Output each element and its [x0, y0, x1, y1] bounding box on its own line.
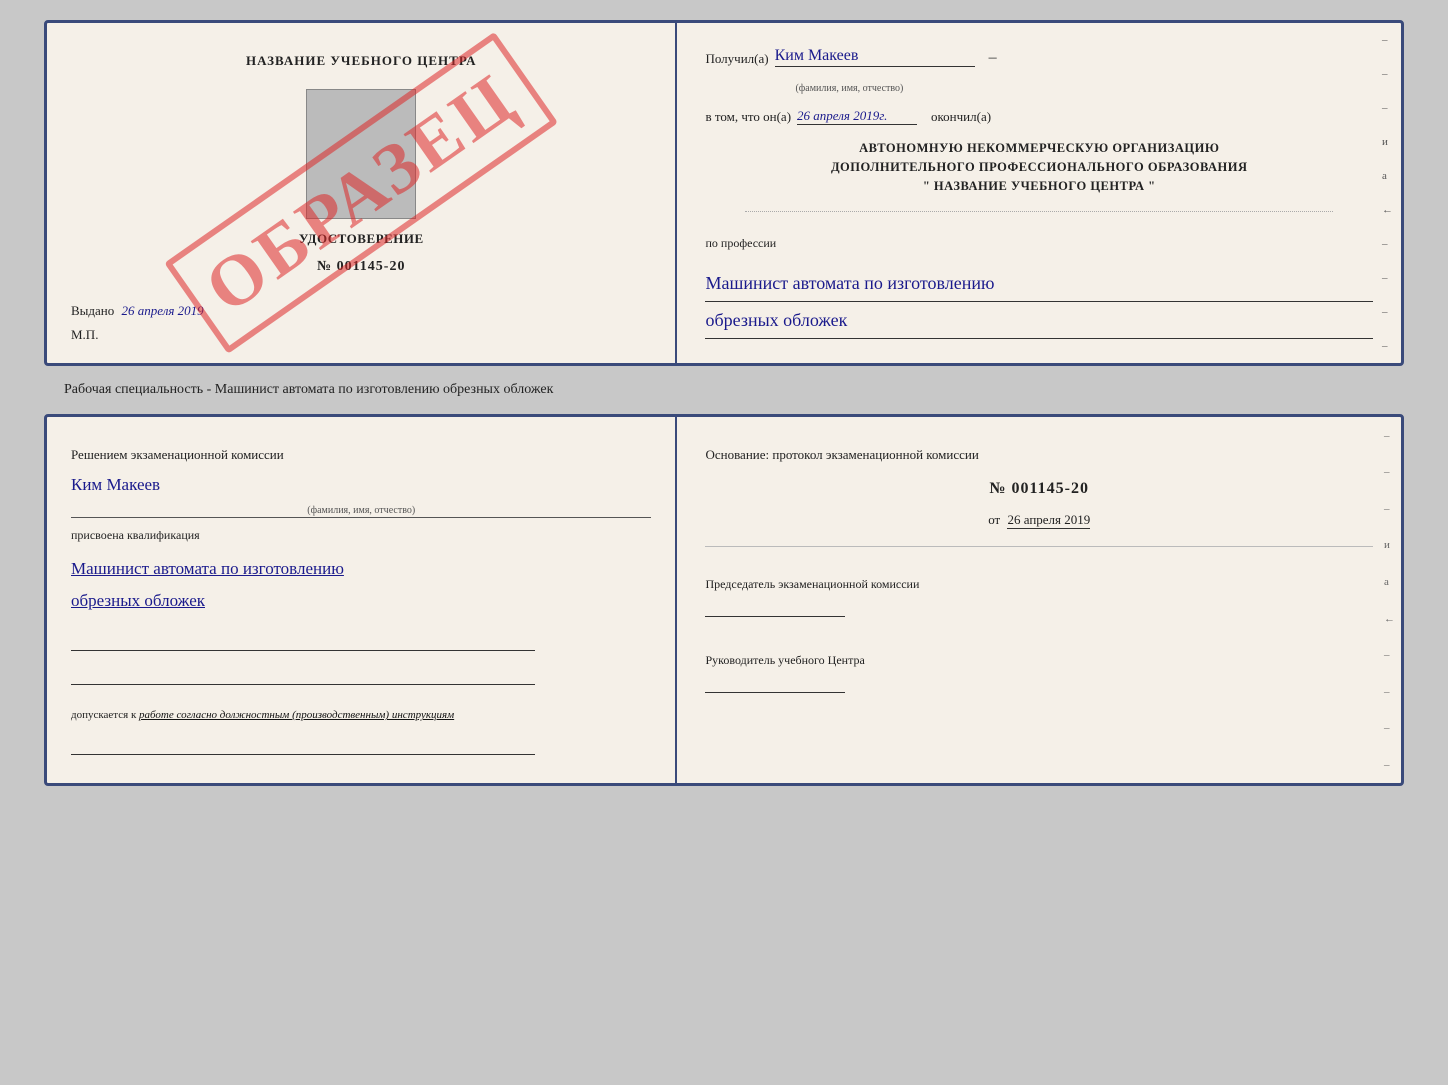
- bottom-left-panel: Решением экзаменационной комиссии Ким Ма…: [47, 417, 677, 783]
- photo-placeholder: [306, 89, 416, 219]
- bottom-document: Решением экзаменационной комиссии Ким Ма…: [44, 414, 1404, 786]
- vtom-label: в том, что он(а): [705, 109, 791, 125]
- vydano-line: Выдано 26 апреля 2019: [71, 303, 651, 319]
- side-dashes: –––иа←––––: [1382, 23, 1393, 363]
- resheniem-text: Решением экзаменационной комиссии: [71, 445, 651, 465]
- chairman-block: Председатель экзаменационной комиссии: [705, 575, 1373, 617]
- date-value: 26 апреля 2019г.: [797, 108, 917, 125]
- poluchil-name: Ким Макеев: [775, 47, 975, 67]
- caption-text: Рабочая специальность - Машинист автомат…: [20, 382, 553, 398]
- ot-date-row: от 26 апреля 2019: [705, 512, 1373, 528]
- poluchil-label: Получил(а): [705, 51, 768, 67]
- rukovoditel-signature-line: [705, 673, 845, 693]
- org-line1: АВТОНОМНУЮ НЕКОММЕРЧЕСКУЮ ОРГАНИЗАЦИЮ: [705, 139, 1373, 158]
- mp-line: М.П.: [71, 327, 98, 343]
- top-left-panel: НАЗВАНИЕ УЧЕБНОГО ЦЕНТРА УДОСТОВЕРЕНИЕ №…: [47, 23, 677, 363]
- cert-label: УДОСТОВЕРЕНИЕ: [71, 231, 651, 247]
- qual-line1: Машинист автомата по изготовлению: [71, 553, 651, 585]
- poluchil-row: Получил(а) Ким Макеев –: [705, 47, 1373, 67]
- chairman-label: Председатель экзаменационной комиссии: [705, 575, 1373, 593]
- bottom-side-dashes: –––иа←––––: [1384, 417, 1395, 783]
- fio-hint-top: (фамилия, имя, отчество): [705, 83, 1373, 94]
- rukovoditel-block: Руководитель учебного Центра: [705, 651, 1373, 693]
- chairman-signature-line: [705, 597, 845, 617]
- org-block: АВТОНОМНУЮ НЕКОММЕРЧЕСКУЮ ОРГАНИЗАЦИЮ ДО…: [705, 139, 1373, 195]
- top-document: НАЗВАНИЕ УЧЕБНОГО ЦЕНТРА УДОСТОВЕРЕНИЕ №…: [44, 20, 1404, 366]
- ot-prefix: от: [988, 512, 1000, 527]
- rukovoditel-label: Руководитель учебного Центра: [705, 651, 1373, 669]
- dopuskaetsya-block: допускается к работе согласно должностны…: [71, 709, 651, 721]
- qual-line2: обрезных обложек: [71, 585, 651, 617]
- bottom-right-panel: Основание: протокол экзаменационной коми…: [677, 417, 1401, 783]
- vydano-label: Выдано: [71, 303, 114, 318]
- org-line3: " НАЗВАНИЕ УЧЕБНОГО ЦЕНТРА ": [705, 177, 1373, 196]
- prisvoena-text: присвоена квалификация: [71, 528, 651, 543]
- bottom-fio-hint: (фамилия, имя, отчество): [71, 505, 651, 518]
- osnovanie-text: Основание: протокол экзаменационной коми…: [705, 445, 1373, 466]
- po-professii-label: по профессии: [705, 236, 1373, 251]
- qualification-block: Машинист автомата по изготовлению обрезн…: [71, 553, 651, 618]
- bottom-name: Ким Макеев: [71, 475, 651, 495]
- org-line2: ДОПОЛНИТЕЛЬНОГО ПРОФЕССИОНАЛЬНОГО ОБРАЗО…: [705, 158, 1373, 177]
- profession-line1: Машинист автомата по изготовлению: [705, 265, 1373, 302]
- protocol-number: № 001145-20: [705, 480, 1373, 498]
- school-name-top: НАЗВАНИЕ УЧЕБНОГО ЦЕНТРА: [71, 53, 651, 69]
- profession-block: Машинист автомата по изготовлению обрезн…: [705, 265, 1373, 339]
- okonchil-label: окончил(а): [931, 109, 991, 125]
- profession-line2: обрезных обложек: [705, 302, 1373, 339]
- ot-date: 26 апреля 2019: [1007, 512, 1090, 529]
- dopuskaetsya-prefix: допускается к: [71, 709, 136, 721]
- vydano-date: 26 апреля 2019: [122, 303, 204, 318]
- top-right-panel: Получил(а) Ким Макеев – (фамилия, имя, о…: [677, 23, 1401, 363]
- dopuskaetsya-text: работе согласно должностным (производств…: [139, 709, 454, 721]
- vtom-row: в том, что он(а) 26 апреля 2019г. окончи…: [705, 108, 1373, 125]
- cert-number: № 001145-20: [71, 259, 651, 275]
